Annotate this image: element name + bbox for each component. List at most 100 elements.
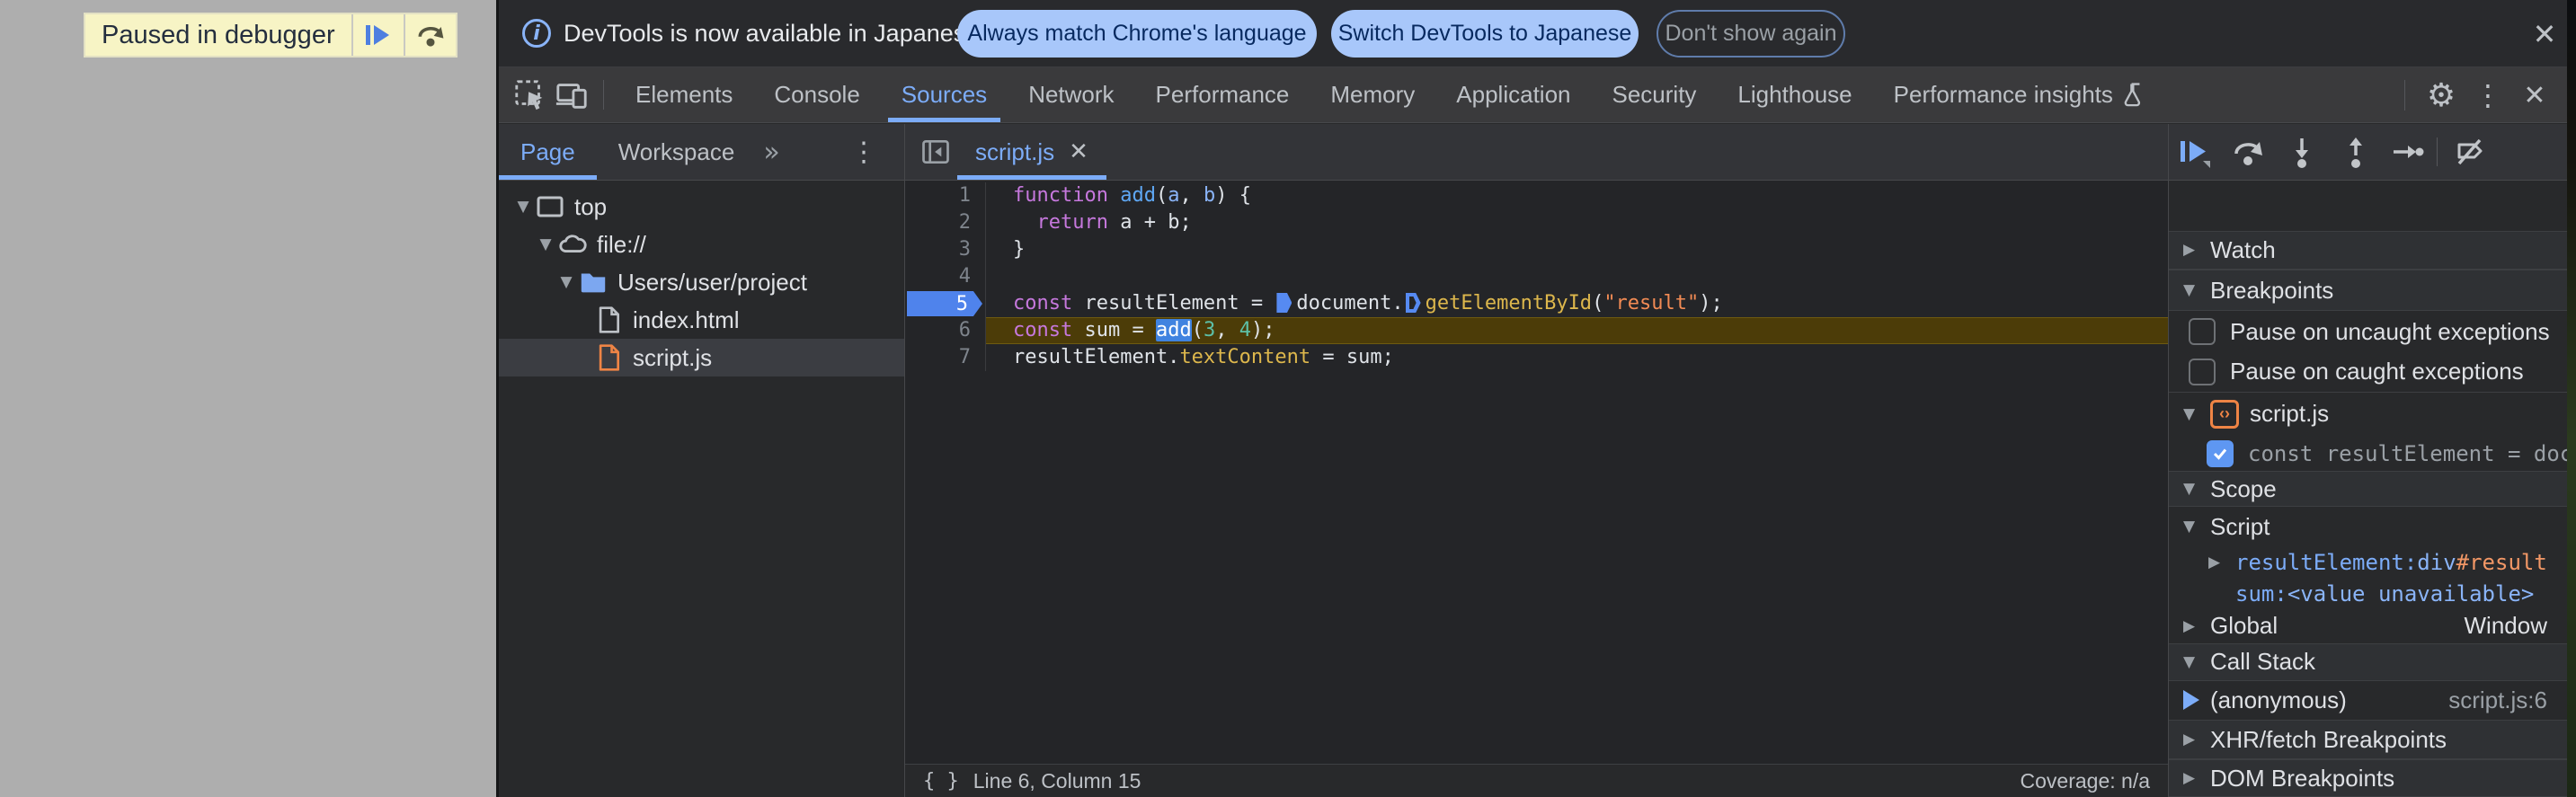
resume-script-icon[interactable] <box>2176 134 2212 170</box>
scope-var-sum[interactable]: sum: <value unavailable> <box>2169 579 2567 609</box>
line-number-gutter[interactable]: 7 <box>905 344 986 371</box>
line-number-gutter[interactable]: 3 <box>905 236 986 263</box>
caret-down-icon[interactable]: ▼ <box>2183 653 2210 671</box>
breakpoint-group-row[interactable]: ▼ ‹› script.js <box>2169 391 2567 436</box>
code-line-3: 3} <box>905 236 2168 263</box>
section-dom-breakpoints[interactable]: ▶ DOM Breakpoints <box>2169 759 2567 797</box>
caret-down-icon[interactable]: ▼ <box>2183 281 2210 299</box>
sources-panel: Page Workspace » ⋮ ▼ top ▼ file:// ▼ Use… <box>499 124 2567 797</box>
caret-down-icon[interactable]: ▼ <box>511 198 535 216</box>
step-into-icon[interactable] <box>2284 134 2320 170</box>
frame-icon <box>535 191 565 222</box>
caret-right-icon[interactable]: ▶ <box>2208 553 2235 571</box>
file-tree: ▼ top ▼ file:// ▼ Users/user/project ind… <box>499 181 904 797</box>
caret-right-icon[interactable]: ▶ <box>2183 617 2210 635</box>
tree-item-file-origin[interactable]: ▼ file:// <box>499 226 904 263</box>
tab-application[interactable]: Application <box>1435 67 1591 122</box>
scope-var-resultElement[interactable]: ▶ resultElement: div #result <box>2169 546 2567 579</box>
tree-item-script-js[interactable]: script.js <box>499 339 904 376</box>
dont-show-again-button[interactable]: Don't show again <box>1657 10 1845 58</box>
collapse-sidebar-icon[interactable] <box>919 136 952 168</box>
deactivate-breakpoints-icon[interactable] <box>2452 134 2488 170</box>
tree-item-project-folder[interactable]: ▼ Users/user/project <box>499 263 904 301</box>
step-icon[interactable] <box>2389 134 2425 170</box>
pause-uncaught-checkbox[interactable] <box>2189 318 2216 346</box>
inspect-element-icon[interactable] <box>510 67 551 122</box>
code-line-5: 5 const resultElement = document. getEleme… <box>905 290 2168 317</box>
frame-location: script.js:6 <box>2448 686 2547 713</box>
code-line-1: 1 function add(a, b) { <box>905 182 2168 209</box>
caret-down-icon[interactable]: ▼ <box>534 235 557 253</box>
more-tabs-icon[interactable]: » <box>763 137 779 168</box>
inline-step-marker-icon[interactable] <box>1276 293 1292 313</box>
device-toolbar-icon[interactable] <box>551 67 592 122</box>
close-tab-icon[interactable]: ✕ <box>1069 138 1088 165</box>
infobar-close-icon[interactable]: ✕ <box>2527 16 2563 52</box>
tab-elements[interactable]: Elements <box>615 67 753 122</box>
tab-network[interactable]: Network <box>1008 67 1134 122</box>
tab-workspace[interactable]: Workspace <box>597 124 757 180</box>
caret-right-icon[interactable]: ▶ <box>2183 769 2210 787</box>
var-sep: : <box>2274 580 2287 607</box>
breakpoint-checkbox[interactable] <box>2207 439 2234 467</box>
call-stack-frame-row[interactable]: (anonymous) script.js:6 <box>2169 681 2567 721</box>
pretty-print-icon[interactable]: { } <box>923 770 959 793</box>
section-label: Call Stack <box>2210 648 2316 676</box>
section-label: Watch <box>2210 235 2276 263</box>
section-breakpoints[interactable]: ▼ Breakpoints <box>2169 270 2567 312</box>
section-label: DOM Breakpoints <box>2210 764 2395 792</box>
code-line-text: return a + b; <box>1036 211 1192 234</box>
tab-page[interactable]: Page <box>499 124 597 180</box>
breakpoint-entry-row[interactable]: const resultElement = doc⋯ 5 <box>2169 436 2567 472</box>
navigator-menu-icon[interactable]: ⋮ <box>850 137 877 168</box>
close-devtools-icon[interactable]: ✕ <box>2511 80 2558 111</box>
line-number-gutter[interactable]: 1 <box>905 182 986 209</box>
step-out-icon[interactable] <box>2338 134 2374 170</box>
section-xhr-breakpoints[interactable]: ▶ XHR/fetch Breakpoints <box>2169 720 2567 760</box>
section-call-stack[interactable]: ▼ Call Stack <box>2169 642 2567 681</box>
inline-step-marker-icon[interactable] <box>1405 293 1421 313</box>
step-over-icon <box>414 19 447 51</box>
tab-performance[interactable]: Performance <box>1135 67 1310 122</box>
line-number-gutter[interactable]: 5 <box>905 290 986 317</box>
var-value: div <box>2417 550 2456 576</box>
line-number-gutter[interactable]: 4 <box>905 263 986 290</box>
step-over-button-overlay[interactable] <box>404 14 456 56</box>
tab-security[interactable]: Security <box>1592 67 1718 122</box>
coverage-status: Coverage: n/a <box>2020 768 2150 793</box>
var-sep: : <box>2403 550 2418 576</box>
caret-down-icon[interactable]: ▼ <box>2183 518 2210 536</box>
caret-down-icon[interactable]: ▼ <box>2183 480 2210 498</box>
line-number-gutter[interactable]: 6 <box>905 317 986 344</box>
always-match-language-button[interactable]: Always match Chrome's language <box>957 10 1317 58</box>
caret-down-icon[interactable]: ▼ <box>555 273 578 291</box>
scope-script-row[interactable]: ▼ Script <box>2169 507 2567 546</box>
resume-script-button[interactable] <box>352 14 404 56</box>
tab-console[interactable]: Console <box>753 67 880 122</box>
more-options-icon[interactable]: ⋮ <box>2465 78 2511 112</box>
tree-item-index-html[interactable]: index.html <box>499 301 904 339</box>
section-watch[interactable]: ▶ Watch <box>2169 230 2567 270</box>
tree-label: index.html <box>633 306 740 333</box>
breakpoint-marker[interactable]: 5 <box>907 291 982 316</box>
tree-item-top[interactable]: ▼ top <box>499 188 904 226</box>
line-number-gutter[interactable]: 2 <box>905 209 986 236</box>
resume-icon <box>363 20 394 50</box>
caret-down-icon[interactable]: ▼ <box>2183 405 2210 423</box>
tab-performance-insights[interactable]: Performance insights <box>1873 67 2170 122</box>
pause-caught-checkbox[interactable] <box>2189 358 2216 385</box>
caret-right-icon[interactable]: ▶ <box>2183 241 2210 259</box>
editor-tab-script-js[interactable]: script.js ✕ <box>957 124 1106 180</box>
code-editor[interactable]: 1 function add(a, b) {2 return a + b; 3} 4 5… <box>905 181 2168 764</box>
tab-lighthouse[interactable]: Lighthouse <box>1717 67 1872 122</box>
settings-gear-icon[interactable]: ⚙ <box>2418 77 2465 114</box>
section-scope[interactable]: ▼ Scope <box>2169 471 2567 508</box>
tab-sources[interactable]: Sources <box>881 67 1008 122</box>
tree-label: file:// <box>597 230 646 258</box>
tab-memory[interactable]: Memory <box>1310 67 1435 122</box>
switch-devtools-japanese-button[interactable]: Switch DevTools to Japanese <box>1331 10 1639 58</box>
scope-global-row[interactable]: ▶ Global Window <box>2169 609 2567 643</box>
code-line-4: 4 <box>905 263 2168 290</box>
caret-right-icon[interactable]: ▶ <box>2183 731 2210 748</box>
step-over-icon[interactable] <box>2230 134 2266 170</box>
